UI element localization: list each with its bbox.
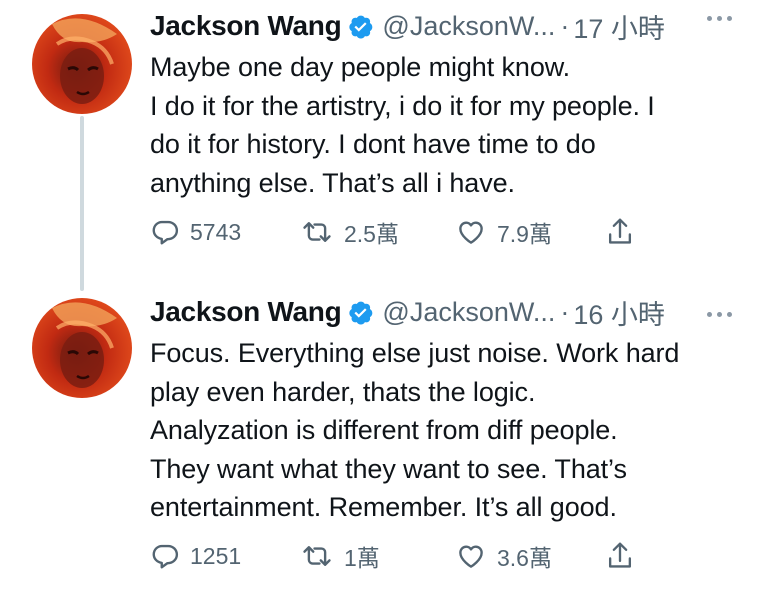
tweet-text-line: entertainment. Remember. It’s all good. [150, 492, 617, 522]
reply-button[interactable]: 5743 [150, 212, 241, 252]
reply-bubble-icon [150, 541, 180, 571]
tweet-text-line: do it for history. I dont have time to d… [150, 129, 596, 159]
tweet-text-line: play even harder, thats the logic. [150, 376, 536, 407]
tweet-text-line: Maybe one day people might know. [150, 52, 571, 82]
like-count: 7.9萬 [497, 221, 552, 247]
reply-count: 5743 [190, 218, 242, 245]
tweet-text-line: I do it for the artistry, i do it for my… [150, 90, 655, 121]
like-button[interactable]: 3.6萬 [455, 536, 552, 576]
share-icon [605, 540, 635, 572]
tweet-text-line: Analyzation is different from diff peopl… [150, 415, 618, 445]
tweet-timestamp[interactable]: 16 小時 [573, 293, 665, 332]
more-dot [727, 312, 732, 317]
tweet-text-line: Focus. Everything else just noise. Work … [150, 338, 680, 368]
more-dot [727, 16, 732, 21]
more-dot [707, 16, 712, 21]
author-handle[interactable]: @JacksonW... [382, 297, 555, 328]
author-name[interactable]: Jackson Wang [150, 296, 342, 328]
tweet-actions: 5743 2.5萬 7.9萬 [150, 212, 650, 252]
avatar[interactable] [32, 298, 132, 398]
reply-bubble-icon [150, 217, 180, 247]
more-dots-icon[interactable] [707, 312, 732, 317]
retweet-icon [300, 217, 334, 247]
tweet[interactable]: Jackson Wang @JacksonW... · 17 小時 Maybe … [0, 0, 771, 292]
author-handle[interactable]: @JacksonW... [382, 11, 555, 42]
tweet-timestamp[interactable]: 17 小時 [573, 7, 665, 46]
separator-dot: · [560, 296, 570, 327]
retweet-icon [300, 541, 334, 571]
tweet-header: Jackson Wang @JacksonW... · 16 小時 [150, 292, 750, 332]
like-count: 3.6萬 [497, 545, 552, 571]
more-dot [717, 16, 722, 21]
tweet-text-line: anything else. That’s all i have. [150, 167, 515, 198]
tweet[interactable]: Jackson Wang @JacksonW... · 16 小時 Focus.… [0, 292, 771, 600]
more-dot [707, 312, 712, 317]
retweet-button[interactable]: 2.5萬 [300, 212, 399, 252]
share-button[interactable] [605, 536, 635, 576]
verified-badge-icon [347, 13, 374, 40]
separator-dot: · [560, 10, 570, 41]
tweet-header: Jackson Wang @JacksonW... · 17 小時 [150, 6, 750, 46]
more-dot [717, 312, 722, 317]
retweet-button[interactable]: 1萬 [300, 536, 380, 576]
tweet-actions: 1251 1萬 3.6萬 [150, 536, 650, 576]
verified-badge-icon [347, 299, 374, 326]
author-name[interactable]: Jackson Wang [150, 10, 342, 42]
reply-button[interactable]: 1251 [150, 536, 241, 576]
reply-count: 1251 [190, 542, 242, 569]
tweet-text-line: They want what they want to see. That’s [150, 453, 627, 484]
heart-icon [455, 217, 487, 247]
share-icon [605, 216, 635, 248]
tweet-text: Focus. Everything else just noise. Work … [150, 334, 750, 527]
heart-icon [455, 541, 487, 571]
avatar[interactable] [32, 14, 132, 114]
retweet-count: 1萬 [344, 545, 380, 571]
retweet-count: 2.5萬 [344, 221, 399, 247]
share-button[interactable] [605, 212, 635, 252]
more-dots-icon[interactable] [707, 16, 732, 21]
tweet-text: Maybe one day people might know. I do it… [150, 48, 750, 202]
like-button[interactable]: 7.9萬 [455, 212, 552, 252]
